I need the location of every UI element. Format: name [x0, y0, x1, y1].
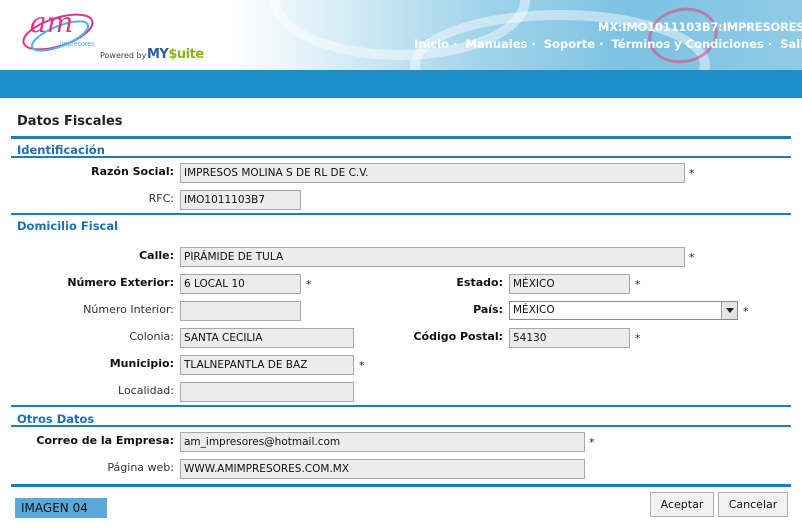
rfc-label: RFC: [148, 192, 174, 205]
account-identifier: MX:IMO1011103B7:IMPRESORES [598, 20, 802, 34]
numero-interior-label: Número Interior: [83, 303, 174, 316]
required-mark: * [635, 332, 641, 345]
footer-divider [11, 484, 791, 487]
rfc-field[interactable]: IMO1011103B7 [180, 190, 301, 210]
svg-text:am: am [30, 6, 73, 39]
required-mark: * [359, 359, 365, 372]
required-mark: * [589, 436, 595, 449]
pagina-web-field[interactable]: WWW.AMIMPRESORES.COM.MX [180, 459, 585, 479]
required-mark: * [689, 251, 695, 264]
page-title: Datos Fiscales [17, 114, 123, 129]
app-header: am impresores Powered by MY$uite MX:IMO1… [0, 0, 802, 70]
correo-label: Correo de la Empresa: [36, 434, 174, 447]
header-blue-bar [0, 70, 802, 98]
dropdown-arrow-icon[interactable] [721, 302, 737, 319]
required-mark: * [635, 278, 641, 291]
cancel-button[interactable]: Cancelar [718, 492, 788, 517]
numero-interior-field[interactable] [180, 301, 301, 321]
nav-terminos[interactable]: Términos y Condiciones [611, 37, 763, 51]
pagina-web-label: Página web: [107, 461, 174, 474]
numero-exterior-label: Número Exterior: [67, 276, 174, 289]
svg-text:impresores: impresores [60, 41, 95, 48]
municipio-field[interactable]: TLALNEPANTLA DE BAZ [180, 355, 354, 375]
estado-label: Estado: [456, 276, 503, 289]
title-divider [11, 136, 791, 139]
required-mark: * [306, 278, 312, 291]
estado-field[interactable]: MÉXICO [509, 274, 630, 294]
company-logo[interactable]: am impresores [18, 2, 98, 60]
pais-selected-value: MÉXICO [513, 304, 555, 316]
municipio-label: Municipio: [109, 357, 174, 370]
calle-label: Calle: [139, 249, 174, 262]
nav-salir[interactable]: Salir [780, 37, 802, 51]
section-divider [11, 425, 791, 427]
razon-social-field[interactable]: IMPRESOS MOLINA S DE RL DE C.V. [180, 163, 685, 183]
section-divider [11, 213, 791, 215]
top-navigation: Inicio · Manuales · Soporte · Términos y Co… [414, 37, 802, 51]
colonia-label: Colonia: [129, 330, 174, 343]
required-mark: * [689, 167, 695, 180]
section-title-identificacion: Identificación [17, 143, 105, 157]
required-mark: * [743, 305, 749, 318]
accept-button[interactable]: Aceptar [650, 492, 714, 517]
section-divider [11, 156, 791, 158]
codigo-postal-field[interactable]: 54130 [509, 328, 630, 348]
codigo-postal-label: Código Postal: [413, 330, 503, 343]
numero-exterior-field[interactable]: 6 LOCAL 10 [180, 274, 301, 294]
correo-field[interactable]: am_impresores@hotmail.com [180, 432, 585, 452]
razon-social-label: Razón Social: [91, 165, 174, 178]
colonia-field[interactable]: SANTA CECILIA [180, 328, 354, 348]
pais-select[interactable]: MÉXICO [509, 301, 738, 320]
section-title-domicilio: Domicilio Fiscal [17, 219, 119, 233]
section-divider [11, 405, 791, 407]
nav-inicio[interactable]: Inicio [414, 37, 449, 51]
localidad-field[interactable] [180, 382, 354, 402]
mysuite-logo: MY$uite [147, 47, 204, 62]
section-title-otros: Otros Datos [17, 412, 95, 426]
powered-by-label: Powered by [100, 51, 147, 60]
nav-soporte[interactable]: Soporte [544, 37, 595, 51]
localidad-label: Localidad: [118, 384, 174, 397]
image-badge: IMAGEN 04 [15, 498, 107, 518]
pais-label: País: [473, 303, 503, 316]
nav-manuales[interactable]: Manuales [465, 37, 527, 51]
calle-field[interactable]: PIRÁMIDE DE TULA [180, 247, 685, 267]
